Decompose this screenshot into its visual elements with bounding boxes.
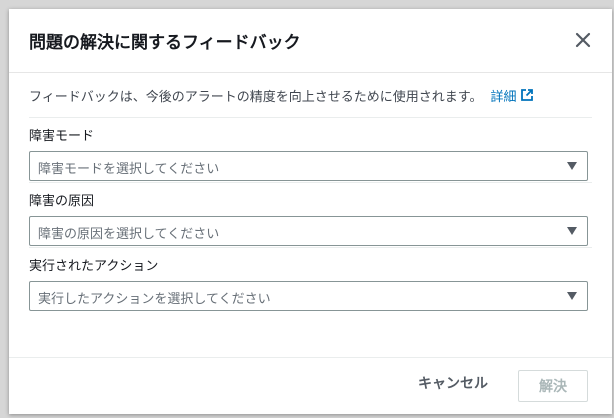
failure-mode-label: 障害モード (29, 129, 95, 144)
modal-body: フィードバックは、今後のアラートの精度を向上させるために使用されます。 詳細 障… (9, 73, 612, 313)
action-taken-label: 実行されたアクション (29, 259, 159, 274)
failure-cause-placeholder: 障害の原因を選択してください (38, 227, 220, 242)
details-link[interactable]: 詳細 (490, 86, 534, 105)
failure-cause-field: 障害の原因 障害の原因を選択してください (29, 183, 592, 248)
modal-description: フィードバックは、今後のアラートの精度を向上させるために使用されます。 詳細 (29, 73, 592, 118)
feedback-modal: 問題の解決に関するフィードバック フィードバックは、今後のアラートの精度を向上さ… (9, 9, 612, 414)
close-icon (575, 32, 591, 48)
details-link-label: 詳細 (490, 89, 517, 105)
failure-mode-placeholder: 障害モードを選択してください (38, 162, 220, 177)
failure-mode-select[interactable]: 障害モードを選択してください (29, 151, 588, 181)
resolve-button[interactable]: 解決 (518, 370, 588, 402)
cancel-button[interactable]: キャンセル (418, 373, 488, 393)
action-taken-field: 実行されたアクション 実行したアクションを選択してください (29, 248, 592, 313)
description-text: フィードバックは、今後のアラートの精度を向上させるために使用されます。 (29, 89, 483, 105)
failure-cause-label: 障害の原因 (29, 194, 95, 209)
failure-mode-field: 障害モード 障害モードを選択してください (29, 118, 592, 183)
close-button[interactable] (572, 29, 594, 51)
modal-title: 問題の解決に関するフィードバック (29, 33, 301, 53)
modal-footer: キャンセル 解決 (9, 357, 612, 414)
action-taken-select[interactable]: 実行したアクションを選択してください (29, 281, 588, 311)
caret-down-icon (567, 162, 577, 170)
action-taken-placeholder: 実行したアクションを選択してください (38, 292, 271, 307)
failure-cause-select[interactable]: 障害の原因を選択してください (29, 216, 588, 246)
external-link-icon (521, 89, 534, 101)
caret-down-icon (567, 227, 577, 235)
modal-header: 問題の解決に関するフィードバック (9, 9, 612, 73)
caret-down-icon (567, 292, 577, 300)
